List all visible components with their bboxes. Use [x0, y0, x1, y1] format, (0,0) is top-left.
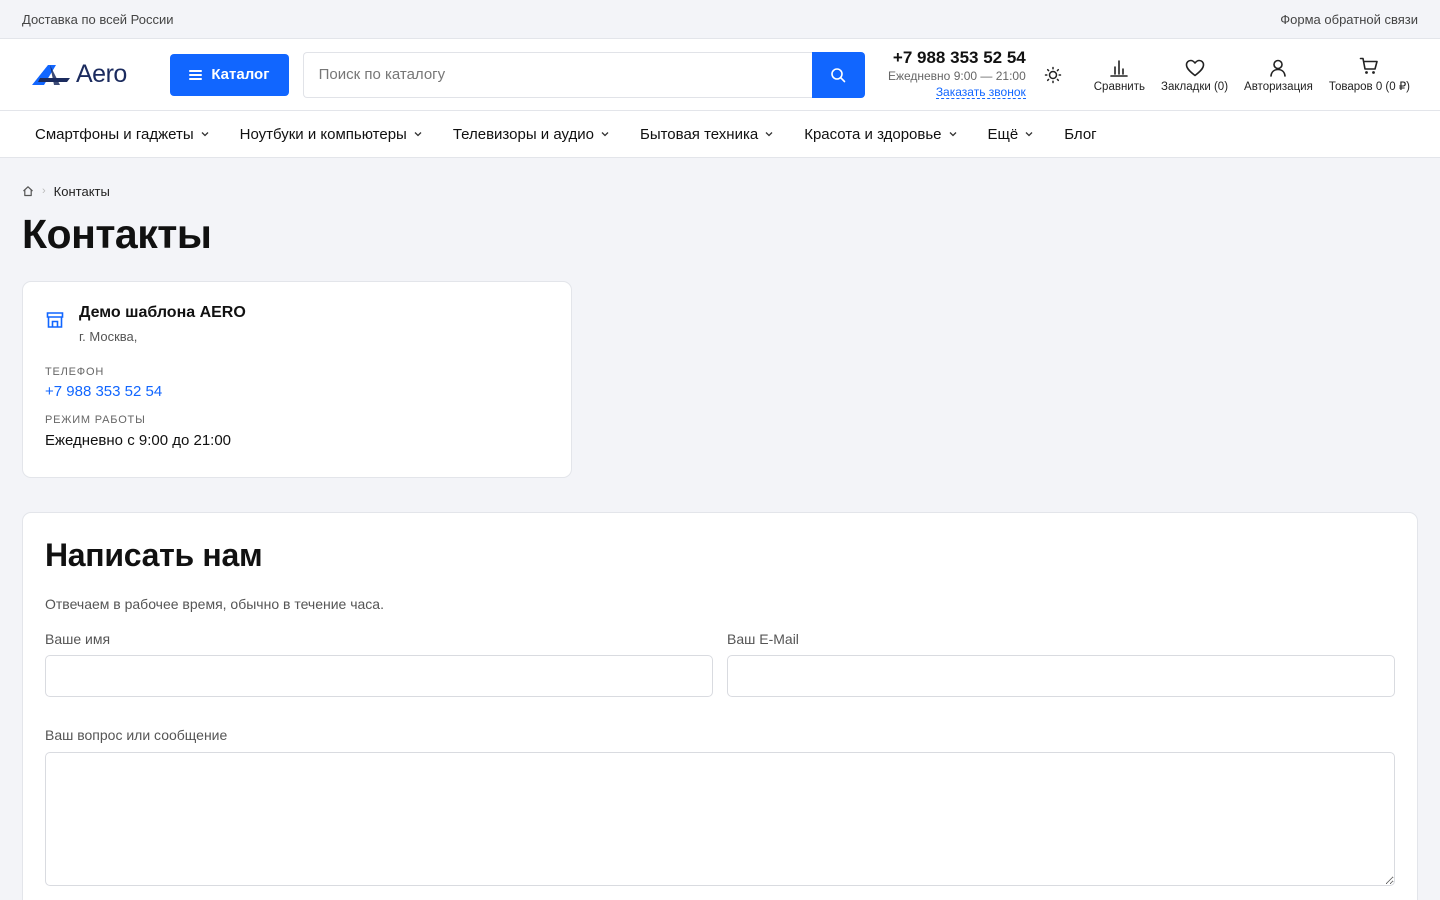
header: Aero Каталог +7 988 353 52 54 Ежедневно … [0, 39, 1440, 111]
logo-icon [32, 64, 70, 85]
nav-item-more[interactable]: Ещё [988, 126, 1034, 143]
message-field[interactable] [45, 752, 1395, 886]
store-name: Демо шаблона AERO [79, 304, 246, 321]
chevron-down-icon [765, 132, 773, 137]
login-label: Авторизация [1244, 80, 1313, 93]
form-title: Написать нам [45, 537, 263, 573]
compare-icon [1110, 59, 1129, 77]
nav-item-label: Красота и здоровье [804, 125, 942, 143]
nav-item-tv-audio[interactable]: Телевизоры и аудио [453, 126, 609, 143]
contact-form: Написать нам Отвечаем в рабочее время, о… [22, 512, 1418, 900]
phone-label: Телефон [45, 366, 105, 378]
search-button[interactable] [811, 51, 865, 98]
name-label: Ваше имя [45, 631, 111, 647]
nav-item-label: Блог [1064, 125, 1097, 143]
breadcrumb-separator: › [42, 185, 46, 197]
chevron-down-icon [414, 132, 422, 137]
name-field[interactable] [45, 655, 713, 697]
nav-item-blog[interactable]: Блог [1064, 126, 1096, 143]
nav-item-laptops[interactable]: Ноутбуки и компьютеры [240, 126, 422, 143]
page-title: Контакты [22, 211, 212, 257]
header-hours: Ежедневно 9:00 — 21:00 [887, 69, 1026, 83]
chevron-down-icon [1025, 132, 1033, 137]
search-icon [831, 67, 846, 82]
store-icon [46, 312, 64, 328]
store-city: г. Москва, [79, 329, 138, 344]
nav-item-beauty[interactable]: Красота и здоровье [804, 126, 956, 143]
compare-label: Сравнить [1093, 80, 1145, 93]
phone-block: +7 988 353 52 54 Ежедневно 9:00 — 21:00 … [879, 49, 1026, 100]
cart-label: Товаров 0 (0 ₽) [1328, 80, 1410, 93]
logo[interactable]: Aero [30, 55, 170, 95]
store-phone-link[interactable]: +7 988 353 52 54 [45, 383, 549, 400]
email-label: Ваш E-Mail [727, 631, 799, 647]
main-content: › Контакты Контакты Демо шаблона AERO г.… [0, 158, 1440, 900]
main-nav: Смартфоны и гаджеты Ноутбуки и компьютер… [0, 111, 1440, 158]
menu-icon [189, 69, 203, 80]
logo-text: Aero [76, 60, 127, 88]
store-hours: Ежедневно с 9:00 до 21:00 [45, 432, 232, 449]
breadcrumb-current: Контакты [53, 183, 110, 199]
cart-icon [1360, 57, 1379, 74]
bookmarks-label: Закладки (0) [1161, 80, 1229, 93]
breadcrumb: › Контакты [22, 158, 1418, 222]
nav-item-label: Ещё [987, 125, 1019, 143]
form-subtitle: Отвечаем в рабочее время, обычно в течен… [45, 596, 384, 612]
contact-card: Демо шаблона AERO г. Москва, Телефон +7 … [22, 281, 572, 478]
compare-button[interactable]: Сравнить [1086, 59, 1153, 93]
message-label: Ваш вопрос или сообщение [45, 727, 228, 743]
nav-item-label: Ноутбуки и компьютеры [239, 125, 407, 143]
email-field[interactable] [727, 655, 1395, 697]
cart-button[interactable]: Товаров 0 (0 ₽) [1321, 57, 1418, 93]
chevron-down-icon [949, 132, 956, 137]
nav-item-label: Смартфоны и гаджеты [35, 125, 194, 143]
chevron-down-icon [201, 132, 209, 137]
sun-icon [1044, 66, 1061, 83]
top-bar: Доставка по всей России Форма обратной с… [0, 0, 1440, 39]
hours-label: Режим работы [45, 414, 146, 426]
nav-item-label: Бытовая техника [639, 125, 759, 143]
nav-item-appliances[interactable]: Бытовая техника [640, 126, 773, 143]
header-actions: Сравнить Закладки (0) Авторизация Товаро… [1086, 57, 1418, 93]
heart-icon [1185, 59, 1204, 76]
search-input[interactable] [302, 51, 812, 98]
search-bar [302, 51, 865, 98]
feedback-link[interactable]: Форма обратной связи [1280, 12, 1418, 27]
delivery-text: Доставка по всей России [22, 11, 174, 27]
bookmarks-button[interactable]: Закладки (0) [1153, 59, 1236, 93]
nav-item-label: Телевизоры и аудио [452, 125, 594, 143]
nav-item-smartphones[interactable]: Смартфоны и гаджеты [35, 126, 209, 143]
user-icon [1270, 59, 1287, 77]
theme-toggle[interactable] [1044, 66, 1062, 84]
login-button[interactable]: Авторизация [1236, 59, 1321, 93]
chevron-down-icon [601, 132, 609, 137]
home-icon[interactable] [22, 185, 34, 197]
callback-link[interactable]: Заказать звонок [935, 86, 1026, 99]
catalog-label: Каталог [211, 66, 270, 83]
header-phone[interactable]: +7 988 353 52 54 [879, 49, 1026, 66]
catalog-button[interactable]: Каталог [170, 53, 289, 96]
